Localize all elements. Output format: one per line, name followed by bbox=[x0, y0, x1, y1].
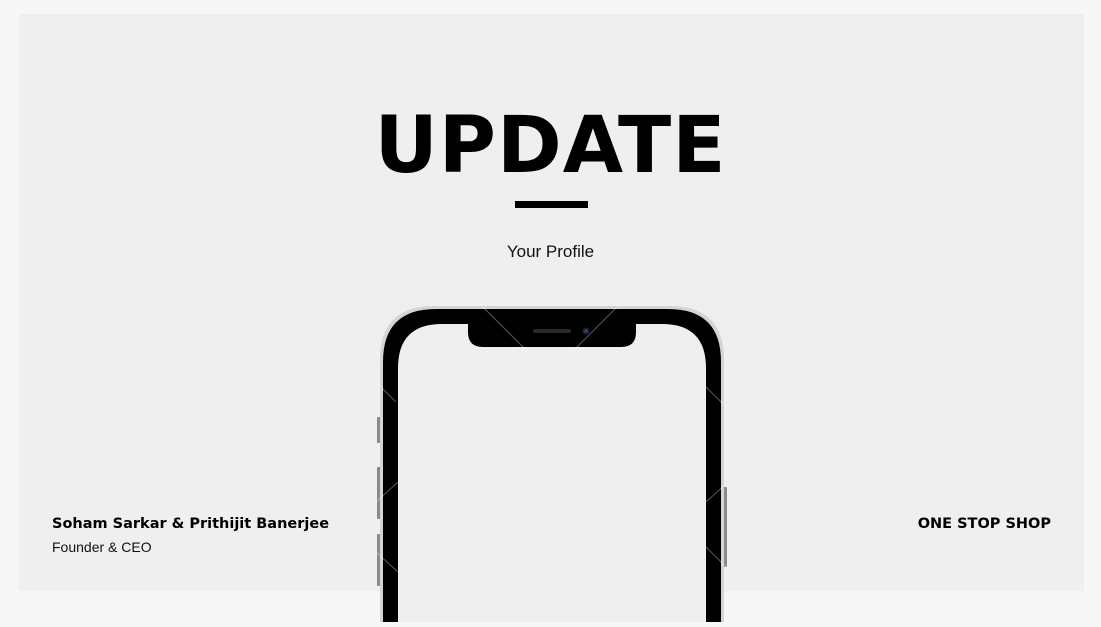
phone-mockup-icon bbox=[375, 301, 729, 627]
founder-role: Founder & CEO bbox=[52, 539, 152, 555]
slide-title: UPDATE bbox=[374, 101, 727, 191]
founder-names: Soham Sarkar & Prithijit Banerjee bbox=[52, 516, 330, 532]
title-divider bbox=[515, 201, 588, 208]
slide-subtitle: Your Profile bbox=[506, 242, 595, 261]
brand-name: ONE STOP SHOP bbox=[917, 516, 1051, 532]
